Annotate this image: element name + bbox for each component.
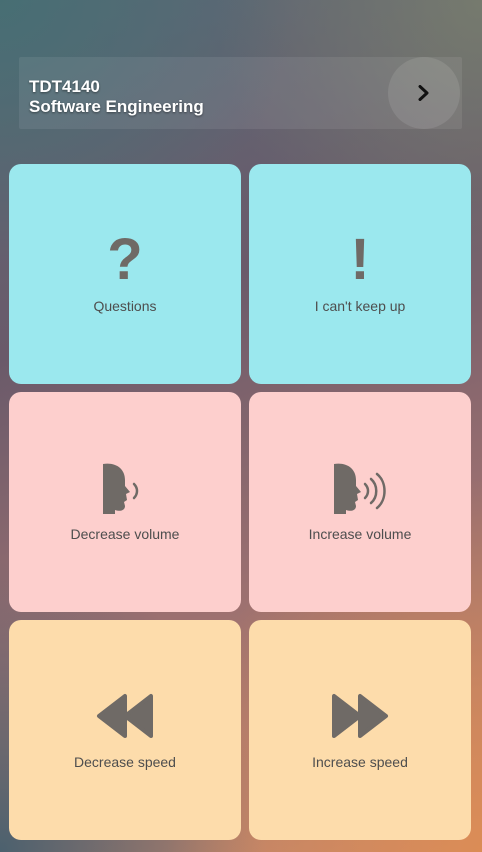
decrease-speed-label: Decrease speed	[74, 754, 176, 770]
speaking-head-low-icon	[85, 458, 165, 518]
decrease-volume-button[interactable]: Decrease volume	[9, 392, 241, 612]
increase-volume-button[interactable]: Increase volume	[249, 392, 471, 612]
next-button[interactable]	[388, 57, 460, 129]
increase-volume-label: Increase volume	[308, 526, 412, 542]
course-header: TDT4140 Software Engineering	[19, 57, 462, 129]
rewind-icon	[85, 686, 165, 746]
cant-keep-up-button[interactable]: ! I can't keep up	[249, 164, 471, 384]
questions-button[interactable]: ? Questions	[9, 164, 241, 384]
exclamation-mark-icon: !	[350, 227, 370, 292]
cant-keep-up-label: I can't keep up	[314, 298, 406, 314]
decrease-volume-label: Decrease volume	[70, 526, 180, 542]
increase-speed-button[interactable]: Increase speed	[249, 620, 471, 840]
course-title: TDT4140 Software Engineering	[29, 77, 204, 117]
question-mark-icon: ?	[107, 227, 143, 292]
feedback-grid: ? Questions ! I can't keep up Decrease v…	[9, 164, 471, 840]
increase-speed-label: Increase speed	[312, 754, 408, 770]
speaking-head-loud-icon	[320, 458, 400, 518]
chevron-right-icon	[418, 85, 429, 101]
questions-label: Questions	[93, 298, 157, 314]
course-code: TDT4140	[29, 77, 100, 96]
fast-forward-icon	[320, 686, 400, 746]
decrease-speed-button[interactable]: Decrease speed	[9, 620, 241, 840]
course-name: Software Engineering	[29, 97, 204, 116]
